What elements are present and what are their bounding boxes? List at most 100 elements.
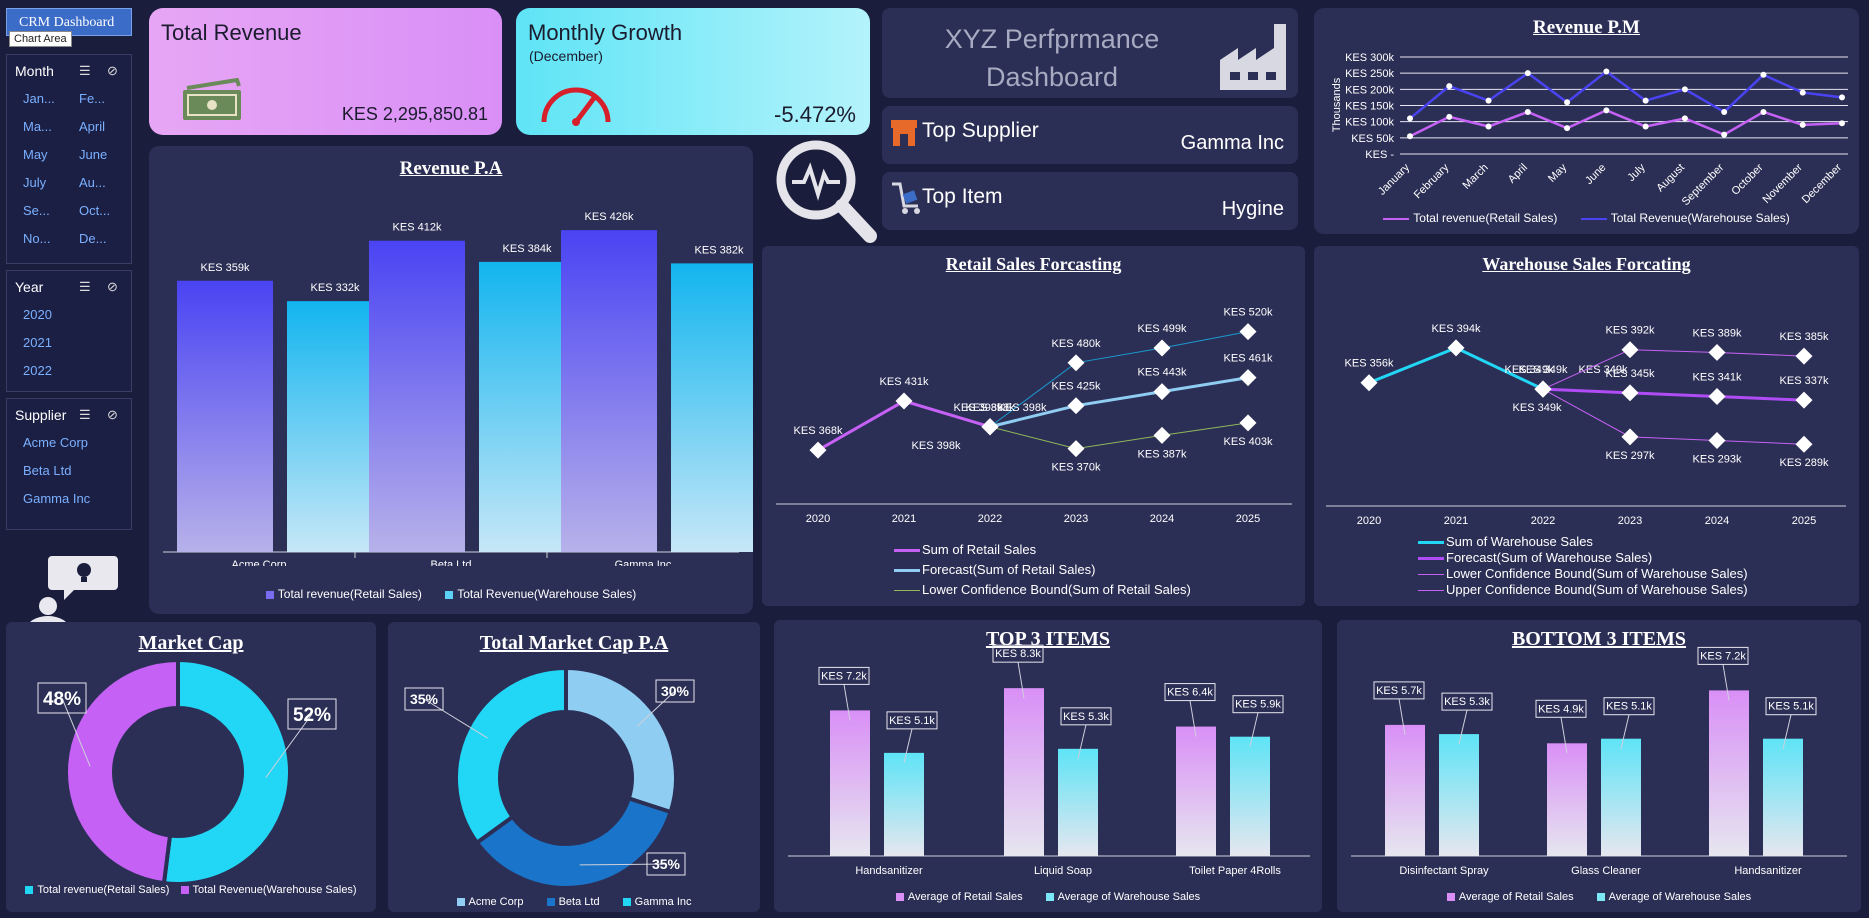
data-label: KES 389k (1693, 327, 1742, 339)
legend-item: Lower Confidence Bound(Sum of Retail Sal… (894, 580, 1191, 600)
data-label: KES 6.4k (1167, 687, 1213, 699)
bar (1385, 724, 1425, 856)
top-item-label: Top Item (922, 185, 1003, 208)
bar (287, 301, 383, 552)
data-label: KES 461k (1224, 353, 1273, 365)
legend-item-retail: Average of Retail Sales (895, 891, 1023, 903)
bar (561, 230, 657, 552)
multi-select-icon[interactable]: ☰ (79, 407, 91, 423)
legend-item: Sum of Retail Sales (894, 540, 1191, 560)
data-point (1153, 339, 1171, 357)
data-label: KES 499k (1138, 323, 1187, 335)
data-label: KES 337k (1780, 375, 1829, 387)
x-tick-label: November (1760, 161, 1805, 206)
data-label: KES 5.9k (1235, 699, 1281, 711)
slicer-item-month[interactable]: June (79, 147, 107, 162)
legend-item-retail: Total revenue(Retail Sales) (1383, 211, 1557, 225)
data-point (1524, 108, 1531, 115)
multi-select-icon[interactable]: ☰ (79, 279, 91, 295)
slicer-item-supplier[interactable]: Beta Ltd (23, 463, 71, 478)
data-point (1621, 428, 1639, 446)
revenue-pa-panel: Revenue P.A KES 359k KES 332k Acme Corp KES… (149, 146, 753, 614)
data-point (1447, 339, 1465, 357)
x-tick-label: February (1412, 161, 1452, 201)
donut-slice (64, 657, 180, 882)
data-label: KES 387k (1138, 448, 1187, 460)
slicer-item-month[interactable]: Oct... (79, 203, 110, 218)
slicer-item-year[interactable]: 2022 (23, 363, 52, 378)
x-tick-label: 2025 (1792, 515, 1816, 527)
x-tick-label: Beta Ltd (431, 559, 472, 566)
legend-label: Gamma Inc (634, 896, 692, 908)
data-point (1621, 341, 1639, 359)
clear-filter-icon[interactable]: ⊘ (107, 407, 118, 423)
legend-label: Average of Retail Sales (1458, 891, 1574, 903)
top-item-card: Top Item Hygine (882, 172, 1298, 230)
bar (1763, 738, 1803, 856)
data-label: KES 289k (1780, 457, 1829, 469)
slicer-item-month[interactable]: Au... (79, 175, 106, 190)
slicer-item-month[interactable]: April (79, 119, 105, 134)
data-point (1564, 99, 1571, 106)
data-point (1485, 97, 1492, 104)
month-slicer[interactable]: Month ☰ ⊘ Jan... Fe... Ma... April May J… (6, 54, 132, 264)
clear-filter-icon[interactable]: ⊘ (107, 279, 118, 295)
speedometer-icon (541, 87, 611, 126)
data-point (1621, 384, 1639, 402)
slicer-item-month[interactable]: Fe... (79, 91, 105, 106)
x-tick-label: 2024 (1705, 515, 1729, 527)
legend-label: Forecast(Sum of Retail Sales) (922, 562, 1096, 577)
x-tick-label: 2020 (806, 513, 830, 525)
data-point (1239, 369, 1257, 387)
monthly-growth-value: -5.472% (774, 102, 856, 127)
donut-slice (564, 665, 678, 815)
top3-chart: KES 7.2k KES 5.1k Handsanitizer KES 8.3k KES… (788, 644, 1310, 877)
data-point (1681, 115, 1688, 122)
slicer-item-year[interactable]: 2020 (23, 307, 52, 322)
legend-label: Sum of Retail Sales (922, 542, 1037, 557)
x-tick-label: December (1800, 161, 1845, 206)
bar (177, 280, 273, 552)
x-tick-label: Acme Corp (231, 559, 286, 566)
clear-filter-icon[interactable]: ⊘ (107, 63, 118, 79)
data-point (1407, 115, 1413, 122)
year-slicer-title: Year (15, 279, 44, 295)
warehouse-forecast-panel: Warehouse Sales Forcating 2020 2021 2022 20… (1314, 246, 1859, 606)
monthly-growth-title: Monthly Growth (528, 20, 683, 45)
slicer-item-month[interactable]: No... (23, 231, 50, 246)
data-label: KES 5.3k (1063, 711, 1109, 723)
slicer-item-supplier[interactable]: Gamma Inc (23, 491, 90, 506)
data-point (1067, 354, 1085, 372)
slicer-item-month[interactable]: Ma... (23, 119, 52, 134)
slicer-item-month[interactable]: Se... (23, 203, 50, 218)
legend-item: Forecast(Sum of Retail Sales) (894, 560, 1191, 580)
legend-item-gamma: Gamma Inc (622, 896, 692, 908)
data-point (1795, 347, 1813, 365)
slicer-item-supplier[interactable]: Acme Corp (23, 435, 88, 450)
x-tick-label: April (1506, 162, 1530, 186)
top-item-value: Hygine (1221, 198, 1284, 220)
x-tick-label: September (1680, 161, 1727, 208)
x-tick-label: 2023 (1618, 515, 1642, 527)
slicer-item-month[interactable]: July (23, 175, 46, 190)
x-tick-label: June (1583, 162, 1608, 187)
data-point (1760, 108, 1767, 115)
slicer-item-month[interactable]: De... (79, 231, 106, 246)
legend-item-beta: Beta Ltd (546, 896, 600, 908)
data-point (1534, 380, 1552, 398)
supplier-slicer[interactable]: Supplier ☰ ⊘ Acme Corp Beta Ltd Gamma In… (6, 398, 132, 530)
slicer-item-month[interactable]: Jan... (23, 91, 55, 106)
slicer-item-month[interactable]: May (23, 147, 48, 162)
slicer-item-year[interactable]: 2021 (23, 335, 52, 350)
data-label: KES 8.3k (995, 648, 1041, 660)
legend-label: Total Revenue(Warehouse Sales) (457, 587, 637, 601)
bar (1176, 726, 1216, 856)
data-point (1524, 70, 1531, 77)
data-point (1564, 125, 1571, 132)
multi-select-icon[interactable]: ☰ (79, 63, 91, 79)
legend-label: Acme Corp (468, 896, 524, 908)
y-tick-label: KES 300k (1345, 52, 1394, 64)
year-slicer[interactable]: Year ☰ ⊘ 2020 2021 2022 (6, 270, 132, 392)
data-label: KES 398k (912, 440, 961, 452)
data-point (1799, 89, 1806, 96)
